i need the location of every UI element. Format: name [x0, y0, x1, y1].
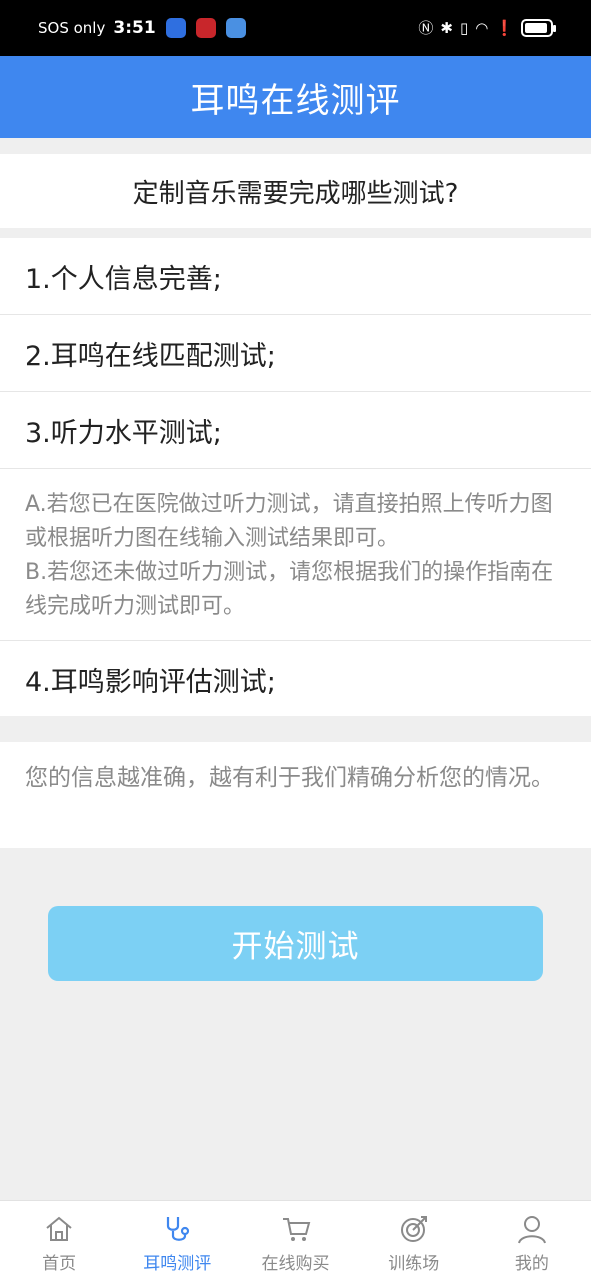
cart-icon — [282, 1218, 310, 1241]
test-steps-list: 1.个人信息完善; 2.耳鸣在线匹配测试; 3.听力水平测试; A.若您已在医院… — [0, 238, 591, 716]
tab-label: 我的 — [514, 1254, 549, 1274]
target-icon — [400, 1216, 427, 1242]
status-bar: SOS only 3:51 Ⓝ ✱ ▯ ◠ ❗ — [0, 0, 591, 56]
tab-training[interactable]: 训练场 — [355, 1201, 473, 1280]
tab-home[interactable]: 首页 — [0, 1201, 118, 1280]
start-test-button[interactable]: 开始测试 — [48, 906, 543, 981]
wifi-icon: ◠ — [475, 18, 489, 37]
question-heading: 定制音乐需要完成哪些测试? — [0, 154, 591, 228]
clock: 3:51 — [113, 18, 156, 38]
tab-label: 耳鸣测评 — [143, 1254, 212, 1274]
step-impact-assessment: 4.耳鸣影响评估测试; — [25, 666, 276, 698]
info-text: 您的信息越准确，越有利于我们精确分析您的情况。 — [0, 742, 591, 848]
tab-label: 训练场 — [388, 1254, 440, 1274]
step-matching-test: 2.耳鸣在线匹配测试; — [25, 340, 276, 372]
tab-online-purchase[interactable]: 在线购买 — [236, 1201, 354, 1280]
home-icon — [46, 1216, 72, 1241]
page-title: 耳鸣在线测评 — [0, 56, 591, 138]
hearing-note-b: B.若您还未做过听力测试，请您根据我们的操作指南在线完成听力测试即可。 — [25, 560, 554, 619]
tab-tinnitus-test[interactable]: 耳鸣测评 — [118, 1201, 236, 1280]
stethoscope-icon — [167, 1217, 190, 1241]
alert-icon: ❗ — [495, 18, 514, 37]
mail-app-icon — [225, 18, 246, 38]
nfc-icon: Ⓝ — [418, 18, 434, 37]
divider — [0, 468, 591, 469]
tab-label: 首页 — [42, 1254, 77, 1274]
hearing-note-a: A.若您已在医院做过听力测试，请直接拍照上传听力图或根据听力图在线输入测试结果即… — [25, 492, 553, 551]
carrier-label: SOS only — [38, 19, 106, 37]
step-hearing-test: 3.听力水平测试; — [25, 417, 222, 449]
step-personal-info: 1.个人信息完善; — [25, 263, 222, 295]
shield-app-icon — [165, 18, 186, 38]
vibrate-icon: ▯ — [459, 18, 469, 37]
battery-icon — [521, 19, 556, 37]
bottom-tab-bar: 首页 耳鸣测评 在线购买 训练场 我的 — [0, 1200, 591, 1280]
news-app-icon — [195, 18, 216, 38]
bluetooth-icon: ✱ — [440, 18, 453, 37]
tab-label: 在线购买 — [261, 1254, 330, 1274]
tab-profile[interactable]: 我的 — [473, 1201, 591, 1280]
user-icon — [517, 1216, 546, 1244]
